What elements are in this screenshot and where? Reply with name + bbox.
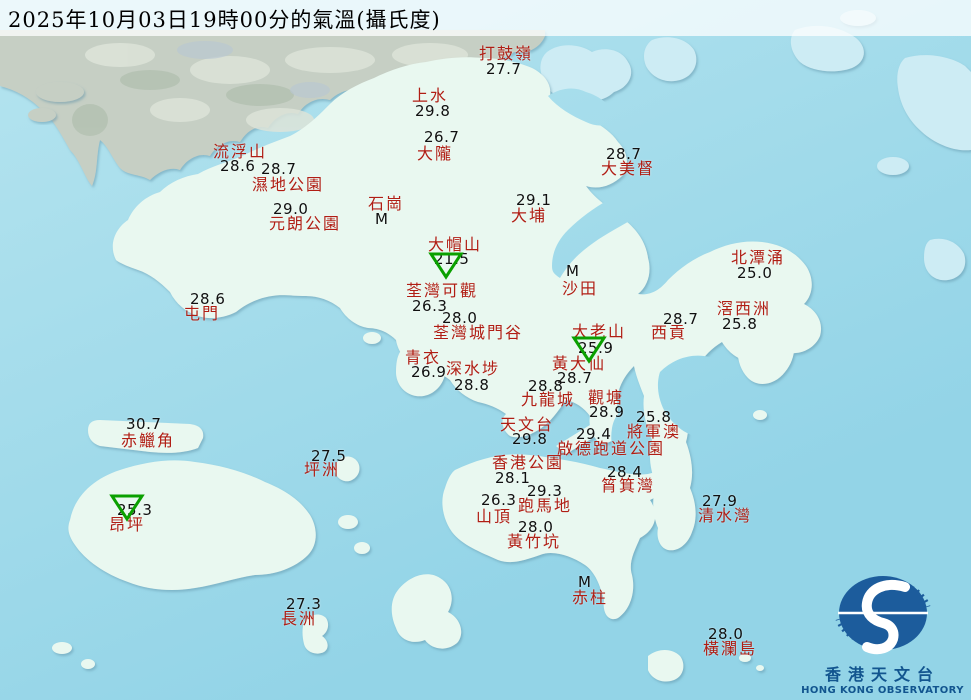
station-value: 27.7	[486, 62, 521, 77]
station-name: 濕地公園	[252, 176, 324, 193]
station-name: 屯門	[184, 305, 220, 322]
hko-logo-symbol	[833, 573, 933, 657]
station-value: 26.9	[411, 365, 446, 380]
station-value: 29.8	[512, 432, 547, 447]
weather-map-screenshot: 2025年10月03日19時00分的氣溫(攝氏度) 27.7打鼓嶺29.8上水2…	[0, 0, 971, 700]
station-name: 橫瀾島	[703, 640, 757, 657]
station-name: 赤鱲角	[121, 432, 175, 449]
station-name: 沙田	[562, 280, 598, 297]
min-temperature-triangle-icon	[428, 250, 464, 280]
station-value: 25.0	[737, 266, 772, 281]
station-name: 打鼓嶺	[479, 45, 533, 62]
station-name: 天文台	[500, 416, 554, 433]
station-name: 坪洲	[304, 461, 340, 478]
station-value: 28.1	[495, 471, 530, 486]
station-name: 赤柱	[572, 589, 608, 606]
station-name: 香港公園	[492, 454, 564, 471]
station-name: 流浮山	[213, 143, 267, 160]
station-name: 元朗公園	[269, 215, 341, 232]
station-name: 黃竹坑	[507, 533, 561, 550]
station-name: 長洲	[281, 610, 317, 627]
station-name: 山頂	[476, 508, 512, 525]
station-value: 28.8	[454, 378, 489, 393]
station-name: 筲箕灣	[601, 477, 655, 494]
station-name: 北潭涌	[731, 249, 785, 266]
map-title: 2025年10月03日19時00分的氣溫(攝氏度)	[8, 4, 441, 34]
station-name: 跑馬地	[518, 497, 572, 514]
station-value: M	[566, 264, 579, 279]
station-name: 荃灣城門谷	[433, 324, 523, 341]
station-value: 29.8	[415, 104, 450, 119]
station-name: 清水灣	[698, 507, 752, 524]
station-name: 大埔	[511, 207, 547, 224]
station-name: 石崗	[368, 195, 404, 212]
station-value: 25.8	[722, 317, 757, 332]
title-bar: 2025年10月03日19時00分的氣溫(攝氏度)	[0, 0, 971, 36]
station-value: M	[375, 212, 388, 227]
station-name: 深水埗	[446, 360, 500, 377]
hko-logo: 香港天文台 HONG KONG OBSERVATORY	[800, 573, 965, 696]
min-temperature-triangle-icon	[109, 492, 145, 522]
station-name: 滘西洲	[717, 300, 771, 317]
hko-logo-text-zh: 香港天文台	[800, 661, 965, 685]
station-name: 啟德跑道公園	[557, 440, 665, 457]
station-name: 大隴	[417, 145, 453, 162]
station-value: 26.7	[424, 130, 459, 145]
station-value: 30.7	[126, 417, 161, 432]
station-name: 大美督	[601, 160, 655, 177]
station-value: 28.6	[220, 159, 255, 174]
station-name: 九龍城	[521, 391, 575, 408]
station-name: 荃灣可觀	[406, 282, 478, 299]
station-value: 26.3	[481, 493, 516, 508]
station-name: 上水	[412, 87, 448, 104]
station-value: 28.9	[589, 405, 624, 420]
hko-logo-text-en: HONG KONG OBSERVATORY	[800, 685, 965, 696]
station-name: 觀塘	[588, 389, 624, 406]
station-name: 青衣	[405, 349, 441, 366]
station-name: 西貢	[651, 324, 687, 341]
min-temperature-triangle-icon	[571, 334, 607, 364]
station-name: 將軍澳	[627, 423, 681, 440]
